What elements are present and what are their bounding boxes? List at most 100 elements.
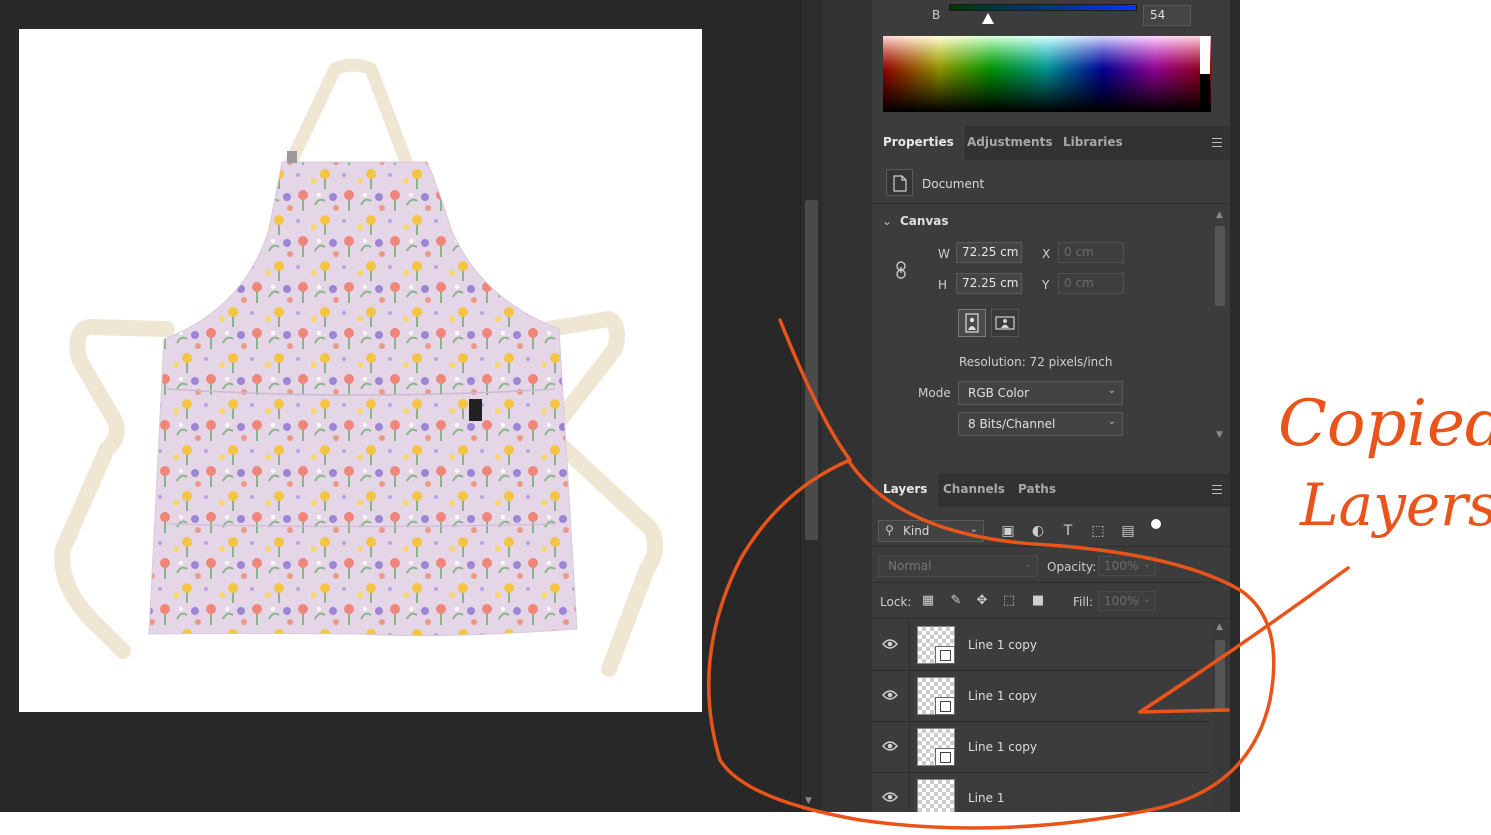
layer-divider xyxy=(909,773,910,812)
eye-icon[interactable] xyxy=(882,689,898,701)
layer-row[interactable]: Line 1 copy xyxy=(872,722,1210,773)
document-workspace[interactable] xyxy=(0,0,800,812)
bottom-margin xyxy=(0,812,1240,835)
opacity-label: Opacity: xyxy=(1047,560,1097,574)
lock-row: Lock: ▦ ✎ ✥ ⬚ ■ Fill: 100% ⌄ xyxy=(872,583,1230,619)
shape-filter-icon[interactable]: ⬚ xyxy=(1089,522,1107,540)
document-row: Document xyxy=(872,160,1230,204)
lock-label: Lock: xyxy=(880,595,912,609)
layer-name[interactable]: Line 1 copy xyxy=(968,638,1037,652)
blue-channel-value[interactable]: 54 xyxy=(1143,5,1191,26)
layer-row[interactable]: Line 1 xyxy=(872,773,1210,812)
tab-channels[interactable]: Channels xyxy=(932,473,1016,507)
portrait-orientation-icon[interactable] xyxy=(958,309,986,337)
lock-transparent-icon[interactable]: ▦ xyxy=(920,593,936,609)
chevron-down-icon: ⌄ xyxy=(1107,385,1116,396)
scroll-down-arrow-icon[interactable]: ▼ xyxy=(1216,430,1223,440)
layer-filter-row: ⚲ Kind ⌄ ▣ ◐ T ⬚ ▤ xyxy=(872,507,1230,547)
x-label: X xyxy=(1042,247,1051,261)
tab-adjustments[interactable]: Adjustments xyxy=(956,126,1063,160)
layer-name[interactable]: Line 1 xyxy=(968,791,1004,805)
filter-toggle-icon[interactable] xyxy=(1151,519,1161,529)
y-field[interactable]: 0 cm xyxy=(1058,273,1124,294)
black-white-swatch[interactable] xyxy=(1200,36,1210,112)
panel-menu-icon[interactable] xyxy=(1212,485,1222,494)
chevron-down-icon: ⌄ xyxy=(1137,594,1151,605)
chevron-down-icon: ⌄ xyxy=(1023,559,1032,570)
annotation-text-line2: Layers xyxy=(1299,471,1491,539)
scroll-up-arrow-icon[interactable]: ▲ xyxy=(1216,622,1223,632)
right-panel-dock: B 54 Properties Adjustments Libraries Do… xyxy=(872,0,1230,812)
canvas-vertical-scrollbar[interactable]: ▼ xyxy=(800,0,822,812)
tab-properties[interactable]: Properties xyxy=(872,126,965,160)
width-field[interactable]: 72.25 cm xyxy=(956,242,1022,263)
scroll-up-arrow-icon[interactable]: ▲ xyxy=(1216,210,1223,220)
layer-row[interactable]: Line 1 copy xyxy=(872,620,1210,671)
opacity-value: 100% xyxy=(1104,559,1139,573)
layer-row[interactable]: Line 1 copy xyxy=(872,671,1210,722)
eye-icon[interactable] xyxy=(882,638,898,650)
color-mode-value: RGB Color xyxy=(968,386,1030,400)
smart-object-filter-icon[interactable]: ▤ xyxy=(1119,522,1137,540)
layer-list: Line 1 copy Line 1 copy Line 1 copy Line… xyxy=(872,620,1210,812)
scroll-down-arrow-icon[interactable]: ▼ xyxy=(805,796,812,806)
link-chain-icon[interactable] xyxy=(894,261,908,279)
canvas-section-title: Canvas xyxy=(900,214,949,228)
layer-divider xyxy=(909,620,910,671)
color-panel: B 54 xyxy=(872,0,1230,124)
properties-body: Document ⌄ Canvas W 72.25 cm X 0 cm H 72.… xyxy=(872,160,1230,470)
blend-mode-value: Normal xyxy=(888,559,932,573)
panel-menu-icon[interactable] xyxy=(1212,138,1222,147)
adjustment-filter-icon[interactable]: ◐ xyxy=(1029,522,1047,540)
lock-all-icon[interactable]: ■ xyxy=(1030,593,1046,609)
eye-icon[interactable] xyxy=(882,740,898,752)
color-mode-select[interactable]: RGB Color ⌄ xyxy=(958,381,1123,405)
document-canvas[interactable] xyxy=(19,29,702,712)
layer-name[interactable]: Line 1 copy xyxy=(968,740,1037,754)
resolution-text: Resolution: 72 pixels/inch xyxy=(959,355,1113,369)
panel-gutter xyxy=(822,0,872,812)
fill-value: 100% xyxy=(1104,594,1139,608)
blend-mode-select[interactable]: Normal ⌄ xyxy=(878,555,1038,577)
fill-label: Fill: xyxy=(1073,595,1094,609)
opacity-field[interactable]: 100% ⌄ xyxy=(1098,556,1156,576)
image-filter-icon[interactable]: ▣ xyxy=(999,522,1017,540)
x-field[interactable]: 0 cm xyxy=(1058,242,1124,263)
properties-tab-bar: Properties Adjustments Libraries xyxy=(872,126,1230,160)
blue-channel-slider[interactable] xyxy=(949,4,1137,11)
lock-artboard-icon[interactable]: ⬚ xyxy=(1001,593,1017,609)
landscape-orientation-icon[interactable] xyxy=(991,309,1019,337)
lock-image-icon[interactable]: ✎ xyxy=(948,593,964,609)
tab-libraries[interactable]: Libraries xyxy=(1052,126,1134,160)
layers-scrollbar[interactable]: ▲ xyxy=(1212,620,1228,812)
filter-kind-value: Kind xyxy=(903,524,930,538)
properties-scrollbar[interactable]: ▲ ▼ xyxy=(1214,210,1226,440)
slider-thumb-icon[interactable] xyxy=(982,13,995,24)
layer-divider xyxy=(909,671,910,722)
lock-position-icon[interactable]: ✥ xyxy=(974,593,990,609)
chevron-down-icon: ⌄ xyxy=(1137,559,1151,570)
color-spectrum[interactable] xyxy=(883,36,1211,112)
eye-icon[interactable] xyxy=(882,791,898,803)
canvas-scroll-thumb[interactable] xyxy=(805,200,818,540)
chevron-down-icon: ⌄ xyxy=(1107,416,1116,427)
properties-scroll-thumb[interactable] xyxy=(1215,226,1225,306)
fill-field[interactable]: 100% ⌄ xyxy=(1098,591,1156,611)
canvas-section-header[interactable]: ⌄ Canvas xyxy=(882,214,949,228)
layers-tab-bar: Layers Channels Paths xyxy=(872,473,1230,507)
type-filter-icon[interactable]: T xyxy=(1059,522,1077,540)
layer-thumbnail[interactable] xyxy=(917,779,955,812)
tab-paths[interactable]: Paths xyxy=(1007,473,1067,507)
layers-scroll-thumb[interactable] xyxy=(1215,640,1225,710)
chevron-down-icon: ⌄ xyxy=(969,524,978,535)
chevron-down-icon[interactable]: ⌄ xyxy=(882,214,892,228)
filter-kind-select[interactable]: ⚲ Kind ⌄ xyxy=(878,520,984,542)
smart-object-badge-icon xyxy=(935,697,955,715)
layer-name[interactable]: Line 1 copy xyxy=(968,689,1037,703)
height-field[interactable]: 72.25 cm xyxy=(956,273,1022,294)
y-label: Y xyxy=(1042,278,1050,292)
bit-depth-select[interactable]: 8 Bits/Channel ⌄ xyxy=(958,412,1123,436)
bit-depth-value: 8 Bits/Channel xyxy=(968,417,1056,431)
tab-layers[interactable]: Layers xyxy=(872,473,939,507)
panel-edge xyxy=(1230,0,1240,812)
